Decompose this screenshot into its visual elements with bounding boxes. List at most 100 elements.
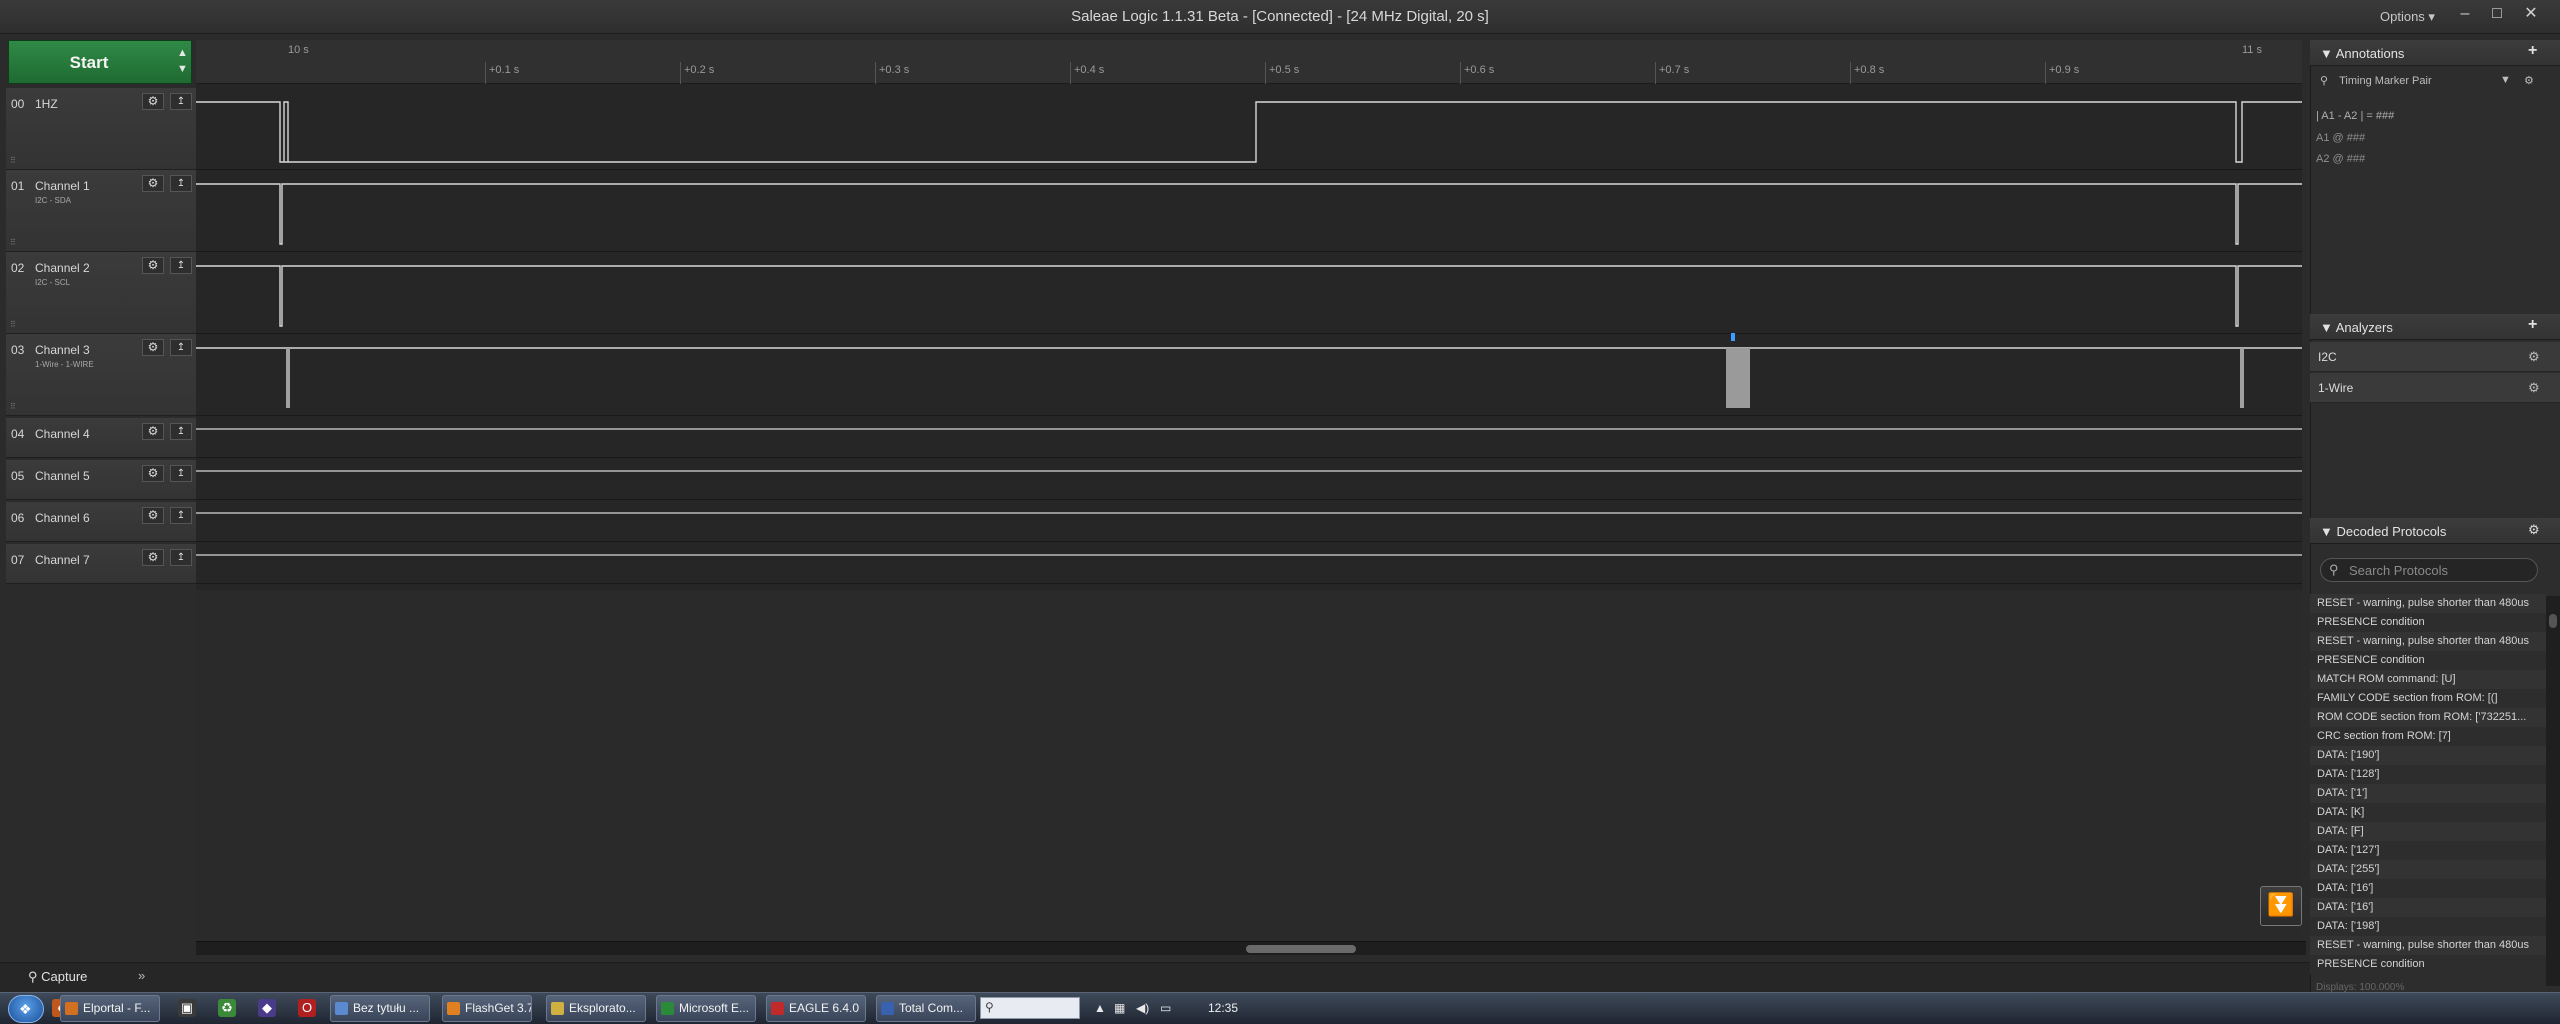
opera-icon[interactable]: O: [298, 999, 316, 1017]
decoded-row[interactable]: DATA: ['127']: [2310, 841, 2546, 860]
trigger-icon[interactable]: ↥: [170, 549, 192, 566]
decoded-protocols-header[interactable]: ▼ Decoded Protocols ⚙: [2310, 518, 2560, 544]
gear-icon[interactable]: ⚙: [2528, 522, 2540, 538]
chevron-down-icon[interactable]: ▼: [177, 63, 188, 75]
channel-row-06[interactable]: 06 Channel 6 ⚙ ↥: [6, 502, 200, 542]
trigger-icon[interactable]: ↥: [170, 507, 192, 524]
waveform-area[interactable]: [196, 84, 2302, 590]
taskbar-item[interactable]: EAGLE 6.4.0: [766, 995, 866, 1022]
add-analyzer-button[interactable]: +: [2528, 316, 2537, 334]
decoded-row[interactable]: RESET - warning, pulse shorter than 480u…: [2310, 632, 2546, 651]
decoded-row[interactable]: MATCH ROM command: [U]: [2310, 670, 2546, 689]
scroll-to-end-button[interactable]: ⏬: [2260, 886, 2302, 926]
annotations-header[interactable]: ▼ Annotations +: [2310, 40, 2560, 66]
decoded-row[interactable]: DATA: ['255']: [2310, 860, 2546, 879]
channel-row-02[interactable]: 02 Channel 2 I2C - SCL ⚙ ↥ ⠿: [6, 252, 200, 334]
gear-icon[interactable]: ⚙: [142, 339, 164, 356]
drag-handle-icon[interactable]: ⠿: [10, 320, 16, 329]
trigger-icon[interactable]: ↥: [170, 257, 192, 274]
gear-icon[interactable]: ⚙: [142, 507, 164, 524]
gear-icon[interactable]: ⚙: [142, 465, 164, 482]
time-ruler[interactable]: 10 s 11 s +0.1 s +0.2 s +0.3 s +0.4 s +0.5 s…: [196, 40, 2302, 84]
decoded-row[interactable]: RESET - warning, pulse shorter than 480u…: [2310, 594, 2546, 613]
decoded-row[interactable]: DATA: ['128']: [2310, 765, 2546, 784]
gear-icon[interactable]: ⚙: [2524, 74, 2534, 87]
channel-name[interactable]: Channel 3: [35, 343, 90, 357]
decoded-row[interactable]: FAMILY CODE section from ROM: [(]: [2310, 689, 2546, 708]
gear-icon[interactable]: ⚙: [142, 423, 164, 440]
taskbar-item[interactable]: Microsoft E...: [656, 995, 756, 1022]
search-protocols-input[interactable]: ⚲ Search Protocols: [2320, 558, 2538, 582]
drag-handle-icon[interactable]: ⠿: [10, 238, 16, 247]
channel-name[interactable]: Channel 1: [35, 179, 90, 193]
taskbar-item[interactable]: FlashGet 3.7: [442, 995, 532, 1022]
decoded-row[interactable]: CRC section from ROM: [7]: [2310, 727, 2546, 746]
minimize-button[interactable]: –: [2452, 4, 2478, 26]
gear-icon[interactable]: ⚙: [142, 549, 164, 566]
decoded-row[interactable]: DATA: ['1']: [2310, 784, 2546, 803]
channel-row-03[interactable]: 03 Channel 3 1-Wire - 1-WIRE ⚙ ↥ ⠿: [6, 334, 200, 416]
analyzer-item-1wire[interactable]: 1-Wire ⚙: [2310, 373, 2560, 403]
maximize-button[interactable]: □: [2484, 4, 2510, 26]
scrollbar-thumb[interactable]: [2549, 614, 2557, 628]
decoded-row[interactable]: DATA: [K]: [2310, 803, 2546, 822]
display-icon[interactable]: ▭: [1160, 1001, 1171, 1015]
channel-row-00[interactable]: 00 1HZ ⚙ ↥ ⠿: [6, 88, 200, 170]
app-icon[interactable]: ♻: [218, 999, 236, 1017]
trigger-icon[interactable]: ↥: [170, 423, 192, 440]
trigger-icon[interactable]: ↥: [170, 465, 192, 482]
chevron-up-icon[interactable]: ▲: [177, 47, 188, 59]
channel-name[interactable]: Channel 4: [35, 427, 90, 441]
decoded-row[interactable]: ROM CODE section from ROM: ['732251...: [2310, 708, 2546, 727]
visual-studio-icon[interactable]: ◆: [258, 999, 276, 1017]
channel-row-07[interactable]: 07 Channel 7 ⚙ ↥: [6, 544, 200, 584]
tray-expand-icon[interactable]: ▲: [1094, 1001, 1106, 1015]
dropdown-icon[interactable]: ▼: [2500, 74, 2511, 86]
gear-icon[interactable]: ⚙: [142, 257, 164, 274]
taskbar-item[interactable]: Elportal - F...: [60, 995, 160, 1022]
decoded-scrollbar[interactable]: [2546, 596, 2560, 986]
trigger-icon[interactable]: ↥: [170, 175, 192, 192]
decoded-row[interactable]: DATA: ['198']: [2310, 917, 2546, 936]
decoded-row[interactable]: PRESENCE condition: [2310, 955, 2546, 974]
scrollbar-thumb[interactable]: [1246, 945, 1356, 953]
gear-icon[interactable]: ⚙: [2528, 380, 2540, 396]
decoded-row[interactable]: DATA: ['16']: [2310, 879, 2546, 898]
decoded-row[interactable]: PRESENCE condition: [2310, 651, 2546, 670]
channel-row-04[interactable]: 04 Channel 4 ⚙ ↥: [6, 418, 200, 458]
start-button[interactable]: Start ▲ ▼: [8, 40, 192, 84]
add-annotation-button[interactable]: +: [2528, 42, 2537, 60]
decoded-row[interactable]: RESET - warning, pulse shorter than 480u…: [2310, 936, 2546, 955]
taskbar-item[interactable]: Total Com...: [876, 995, 976, 1022]
taskbar-search[interactable]: ⚲: [980, 997, 1080, 1019]
channel-name[interactable]: Channel 6: [35, 511, 90, 525]
decoded-row[interactable]: DATA: [F]: [2310, 822, 2546, 841]
channel-row-05[interactable]: 05 Channel 5 ⚙ ↥: [6, 460, 200, 500]
channel-name[interactable]: Channel 5: [35, 469, 90, 483]
decoded-row[interactable]: DATA: ['16']: [2310, 898, 2546, 917]
channel-name[interactable]: Channel 2: [35, 261, 90, 275]
analyzers-header[interactable]: ▼ Analyzers +: [2310, 314, 2560, 340]
gear-icon[interactable]: ⚙: [2528, 349, 2540, 365]
taskbar-item[interactable]: Bez tytułu ...: [330, 995, 430, 1022]
decoded-row[interactable]: DATA: ['190']: [2310, 746, 2546, 765]
volume-icon[interactable]: ◀): [1136, 1001, 1149, 1015]
drag-handle-icon[interactable]: ⠿: [10, 156, 16, 165]
horizontal-scrollbar[interactable]: [196, 941, 2306, 955]
trigger-icon[interactable]: ↥: [170, 339, 192, 356]
close-button[interactable]: ✕: [2518, 4, 2544, 26]
trigger-icon[interactable]: ↥: [170, 93, 192, 110]
app-icon[interactable]: ▣: [178, 999, 196, 1017]
more-tabs-icon[interactable]: »: [138, 968, 145, 983]
gear-icon[interactable]: ⚙: [142, 93, 164, 110]
gear-icon[interactable]: ⚙: [142, 175, 164, 192]
taskbar-item[interactable]: Eksplorato...: [546, 995, 646, 1022]
drag-handle-icon[interactable]: ⠿: [10, 402, 16, 411]
channel-row-01[interactable]: 01 Channel 1 I2C - SDA ⚙ ↥ ⠿: [6, 170, 200, 252]
capture-tab[interactable]: ⚲ Capture: [28, 969, 87, 985]
analyzer-item-i2c[interactable]: I2C ⚙: [2310, 342, 2560, 372]
network-icon[interactable]: ▦: [1114, 1001, 1125, 1015]
options-menu[interactable]: Options ▾: [2380, 9, 2435, 25]
windows-start-button[interactable]: ❖: [8, 995, 44, 1023]
timing-marker-pair[interactable]: ⚲ Timing Marker Pair ▼ ⚙: [2320, 74, 2556, 94]
